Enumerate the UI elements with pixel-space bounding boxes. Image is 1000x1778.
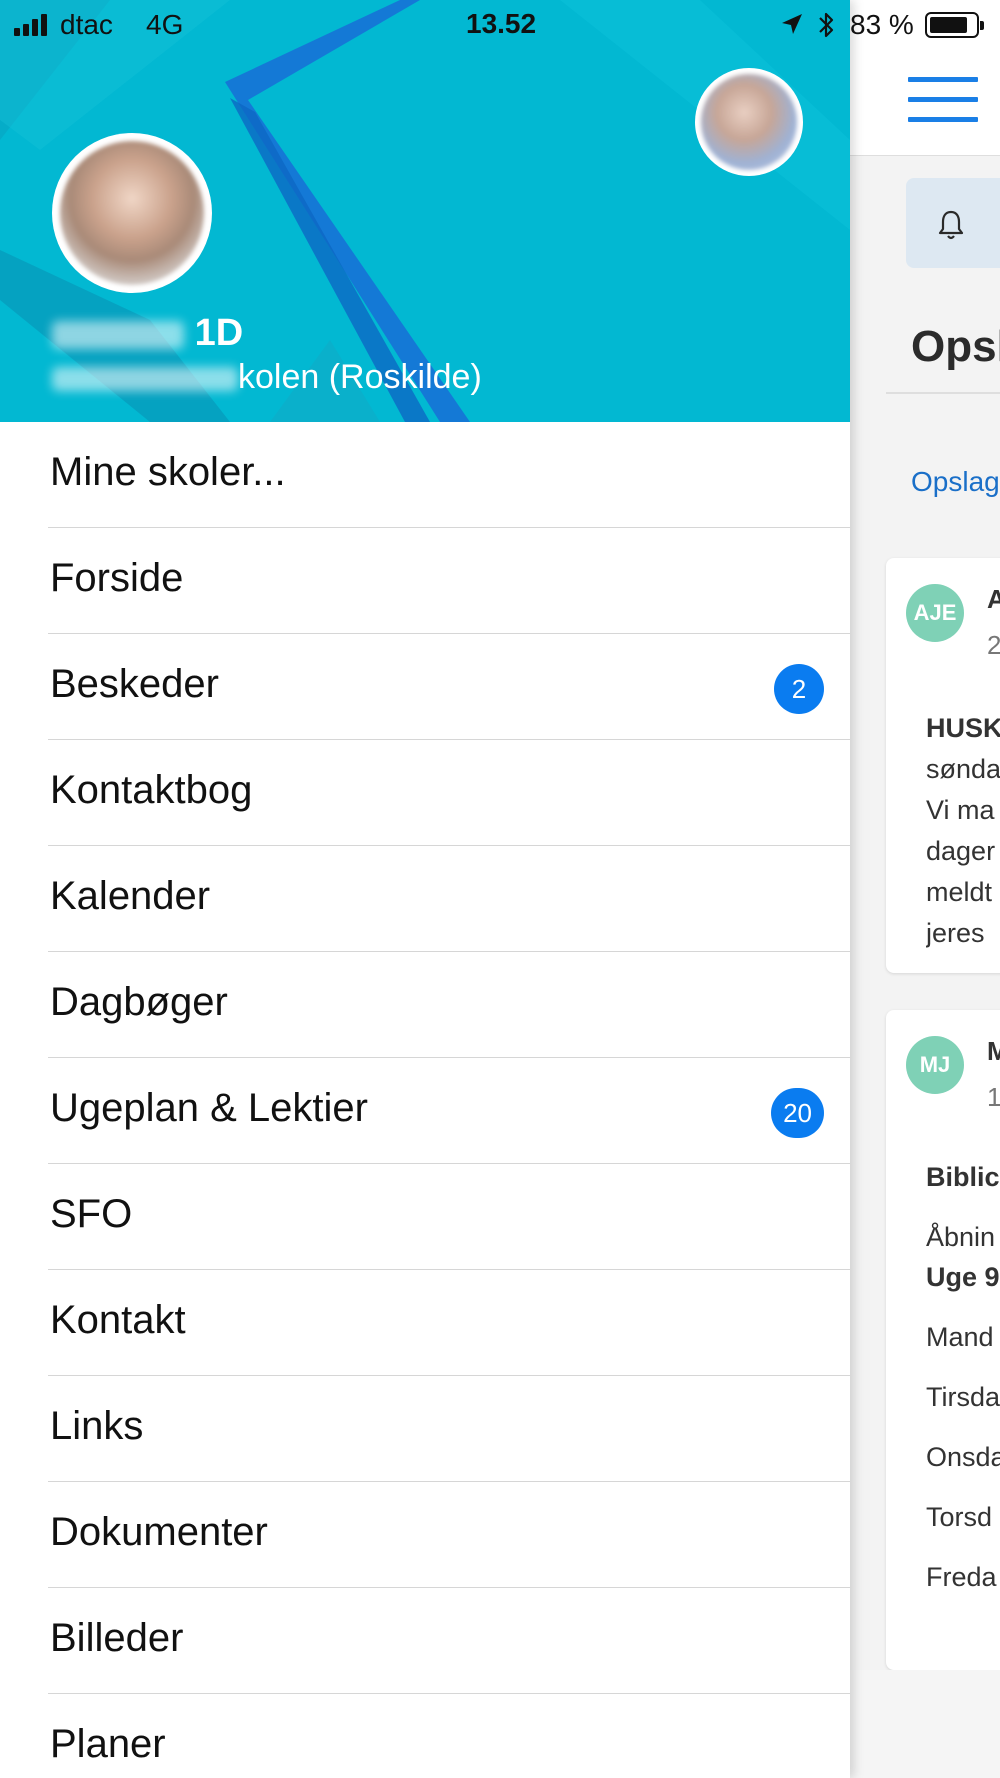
bell-icon [938, 210, 964, 240]
notifications-button[interactable] [906, 178, 1000, 268]
drawer-header: 1D kolen (Roskilde) [0, 0, 850, 422]
post-text-line: sønda [926, 754, 1000, 784]
menu-item-label: Kontaktbog [50, 768, 253, 812]
carrier-name: dtac [60, 9, 113, 40]
menu-item-kalender[interactable]: Kalender [0, 846, 850, 952]
school-name: kolen (Roskilde) [238, 358, 482, 396]
switch-child-avatar[interactable] [695, 68, 803, 176]
menu-item-label: Kontakt [50, 1298, 186, 1342]
menu-item-label: Forside [50, 556, 184, 600]
menu-item-billeder[interactable]: Billeder [0, 1588, 850, 1694]
menu-item-kontaktbog[interactable]: Kontaktbog [0, 740, 850, 846]
profile-school: kolen (Roskilde) [52, 358, 482, 397]
menu-item-label: Planer [50, 1722, 166, 1766]
signal-strength-icon [14, 14, 47, 36]
unread-badge: 2 [774, 664, 824, 714]
author-name: M [987, 1036, 1000, 1064]
menu-item-dagboger[interactable]: Dagbøger [0, 952, 850, 1058]
profile-name: 1D [52, 312, 243, 355]
post-text-line: Vi ma [926, 795, 995, 825]
menu-item-planer[interactable]: Planer [0, 1694, 850, 1778]
post-text-line: Onsda [926, 1442, 1000, 1472]
menu-item-links[interactable]: Links [0, 1376, 850, 1482]
post-text-line: Tirsda [926, 1382, 1000, 1412]
menu-item-label: SFO [50, 1192, 133, 1236]
menu-item-beskeder[interactable]: Beskeder 2 [0, 634, 850, 740]
menu-item-forside[interactable]: Forside [0, 528, 850, 634]
post-heading: HUSK [926, 713, 1000, 743]
author-avatar: MJ [906, 1036, 964, 1094]
post-text-line: Mand [926, 1322, 994, 1352]
post-card[interactable]: AJE A 2 HUSK sønda Vi ma dager meldt jer… [886, 558, 1000, 973]
location-arrow-icon [782, 14, 802, 34]
bluetooth-icon [819, 12, 834, 38]
hamburger-menu-icon[interactable] [908, 77, 978, 123]
menu-item-sfo[interactable]: SFO [0, 1164, 850, 1270]
opslag-link[interactable]: Opslag [911, 466, 1000, 498]
redacted-text [52, 367, 238, 392]
author-avatar: AJE [906, 584, 964, 642]
title-divider [886, 392, 1000, 394]
status-bar: dtac 4G 13.52 83 % [0, 0, 1000, 50]
redacted-text [52, 320, 184, 349]
network-type: 4G [146, 9, 184, 40]
menu-item-label: Links [50, 1404, 144, 1448]
post-subheading: Uge 9 [926, 1262, 1000, 1292]
menu-item-label: Beskeder [50, 662, 219, 706]
post-text-line: dager [926, 836, 996, 866]
post-text-line: Freda [926, 1562, 997, 1592]
menu-item-dokumenter[interactable]: Dokumenter [0, 1482, 850, 1588]
background-app-pane: Opsl Opslag AJE A 2 HUSK sønda Vi ma dag… [850, 0, 1000, 1778]
menu-item-label: Dokumenter [50, 1510, 268, 1554]
post-text-line: Åbnin [926, 1222, 996, 1252]
bottom-area [850, 1670, 1000, 1778]
navigation-drawer: 1D kolen (Roskilde) Mine skoler... Forsi… [0, 0, 850, 1778]
menu-item-kontakt[interactable]: Kontakt [0, 1270, 850, 1376]
post-text-line: meldt [926, 877, 993, 907]
menu-item-label: Dagbøger [50, 980, 228, 1024]
author-name: A [987, 584, 1000, 612]
drawer-menu: Mine skoler... Forside Beskeder 2 Kontakt… [0, 422, 850, 1778]
menu-item-label: Mine skoler... [50, 450, 286, 494]
profile-avatar [52, 133, 212, 293]
post-text-line: jeres [926, 918, 985, 948]
menu-item-label: Kalender [50, 874, 211, 918]
post-date: 2 [987, 630, 1000, 656]
menu-item-label: Ugeplan & Lektier [50, 1086, 368, 1130]
post-heading: Biblic [926, 1162, 1000, 1192]
unread-badge: 20 [771, 1088, 824, 1138]
page-title: Opsl [911, 322, 1000, 371]
clock: 13.52 [466, 8, 537, 39]
post-card[interactable]: MJ M 1 Biblic Åbnin Uge 9 Mand Tirsda On… [886, 1010, 1000, 1670]
profile-class: 1D [194, 312, 244, 354]
menu-item-label: Billeder [50, 1616, 184, 1660]
post-text-line: Torsd [926, 1502, 993, 1532]
menu-item-mine-skoler[interactable]: Mine skoler... [0, 422, 850, 528]
post-date: 1 [987, 1082, 1000, 1108]
battery-percentage: 83 % [850, 9, 914, 40]
battery-icon [925, 12, 984, 38]
menu-item-ugeplan-lektier[interactable]: Ugeplan & Lektier 20 [0, 1058, 850, 1164]
